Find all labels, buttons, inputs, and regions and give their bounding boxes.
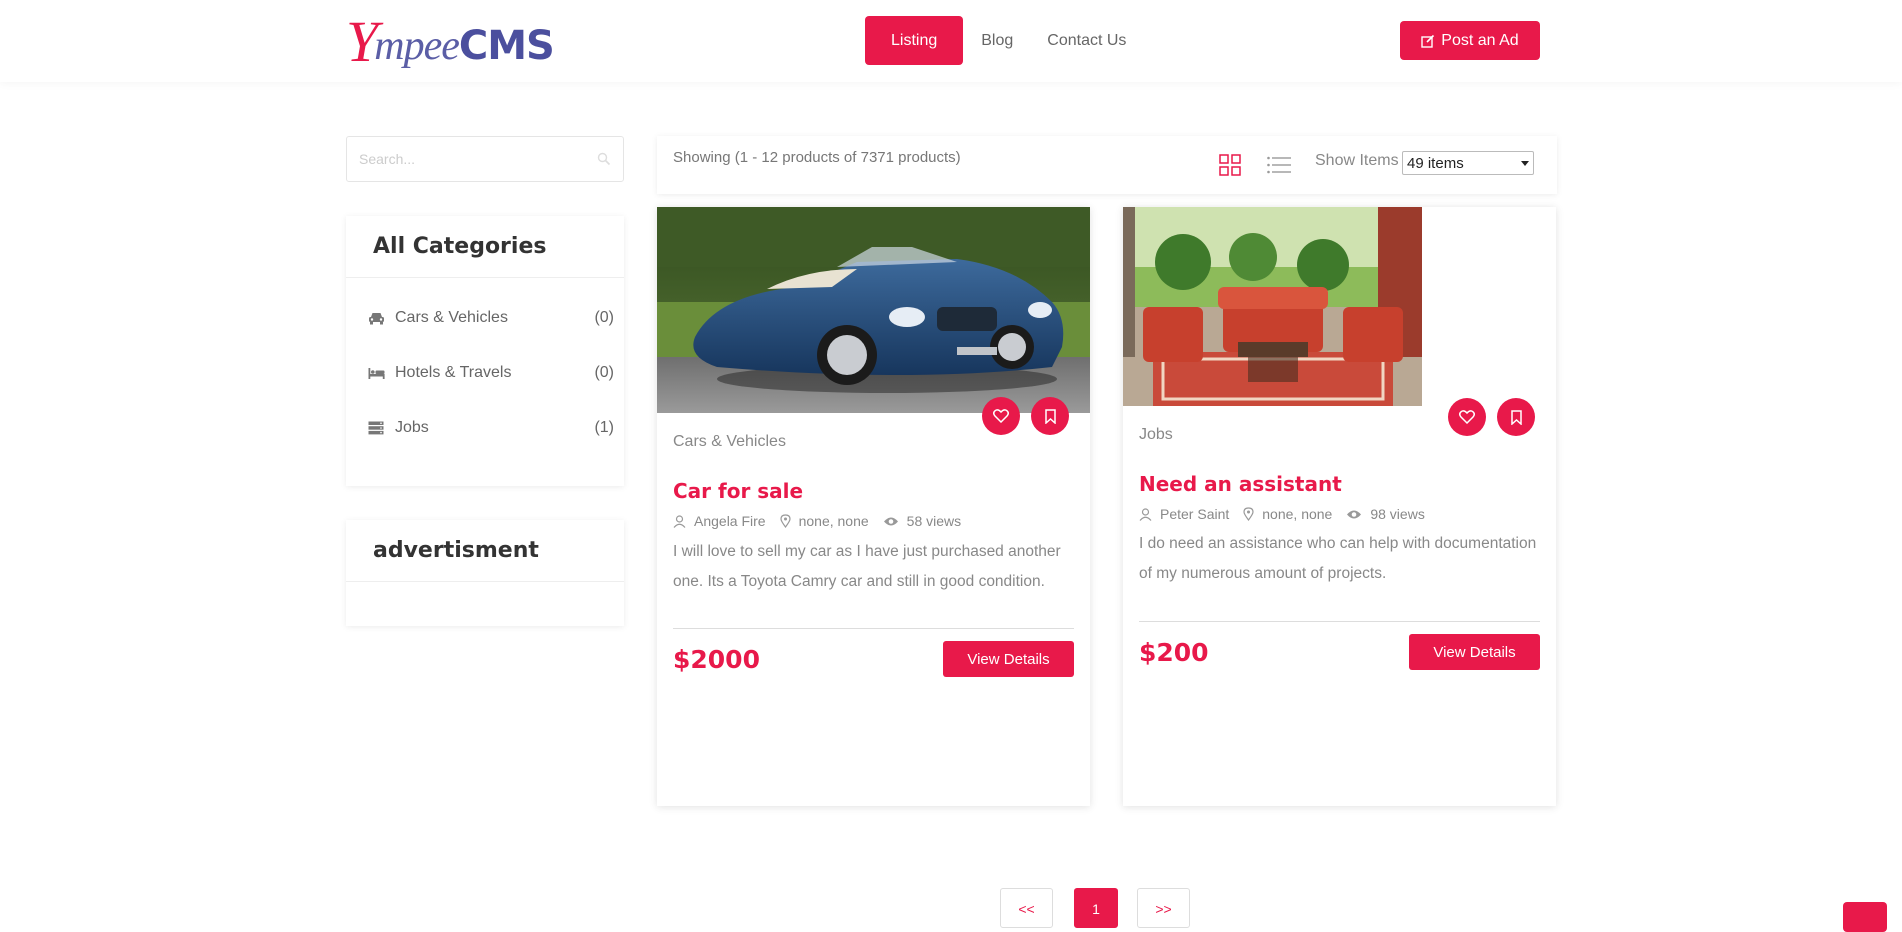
category-label: Hotels & Travels <box>395 363 512 381</box>
user-icon <box>1139 507 1152 521</box>
advertisment-panel: advertisment <box>346 520 624 626</box>
eye-icon <box>883 517 898 525</box>
eye-icon <box>1347 510 1362 518</box>
listing-category[interactable]: Jobs <box>1139 426 1173 444</box>
location: none, none <box>779 513 869 529</box>
location: none, none <box>1243 506 1332 522</box>
pagination-current[interactable]: 1 <box>1074 888 1118 928</box>
categories-list: Cars & Vehicles (0) Hotels & Travels (0)… <box>346 278 624 455</box>
pagination-prev[interactable]: << <box>1000 888 1053 928</box>
logo-cms: CMS <box>458 23 555 69</box>
listing-price: $2000 <box>673 645 760 674</box>
main-nav: Listing Blog Contact Us <box>865 16 1136 65</box>
views-count: 58 views <box>906 513 962 529</box>
heart-icon <box>993 409 1009 423</box>
listing-image-patio[interactable] <box>1123 207 1422 406</box>
logo-y: Y <box>346 9 378 74</box>
map-pin-icon <box>1243 507 1254 521</box>
grid-view-icon[interactable] <box>1219 154 1241 181</box>
category-count: (0) <box>594 363 614 381</box>
items-per-page-value: 49 items <box>1407 154 1464 172</box>
scroll-top-button[interactable] <box>1843 902 1887 932</box>
server-icon <box>368 421 386 435</box>
logo-mpee: mpee <box>374 23 460 69</box>
user-icon <box>673 514 686 528</box>
category-count: (0) <box>594 308 614 326</box>
views: 58 views <box>883 513 961 529</box>
category-item-cars[interactable]: Cars & Vehicles (0) <box>346 290 624 345</box>
author-name: Angela Fire <box>694 513 766 529</box>
nav-blog[interactable]: Blog <box>971 16 1023 65</box>
site-logo[interactable]: Ympee CMS <box>346 9 555 74</box>
listing-toolbar: Showing (1 - 12 products of 7371 product… <box>657 136 1557 194</box>
listing-title[interactable]: Car for sale <box>673 479 803 503</box>
showing-count: Showing (1 - 12 products of 7371 product… <box>673 149 961 166</box>
bookmark-icon <box>1044 408 1056 424</box>
bed-icon <box>368 367 386 379</box>
view-details-button[interactable]: View Details <box>943 641 1074 677</box>
search-box <box>346 136 624 182</box>
show-items-label: Show Items <box>1315 152 1399 169</box>
category-label: Cars & Vehicles <box>395 308 508 326</box>
post-ad-button[interactable]: Post an Ad <box>1400 21 1540 60</box>
nav-listing[interactable]: Listing <box>865 16 964 65</box>
favorite-button[interactable] <box>1448 398 1486 436</box>
advertisment-title: advertisment <box>346 520 624 582</box>
search-input[interactable] <box>359 151 597 167</box>
listing-title[interactable]: Need an assistant <box>1139 472 1342 496</box>
car-icon <box>368 311 386 325</box>
views: 98 views <box>1346 506 1425 522</box>
map-pin-icon <box>779 514 791 528</box>
listing-category[interactable]: Cars & Vehicles <box>673 433 786 451</box>
divider <box>673 628 1074 629</box>
edit-icon <box>1421 34 1435 48</box>
categories-title: All Categories <box>346 216 624 278</box>
category-label: Jobs <box>395 418 429 436</box>
bookmark-button[interactable] <box>1497 398 1535 436</box>
listing-price: $200 <box>1139 638 1209 667</box>
bookmark-button[interactable] <box>1031 397 1069 435</box>
author: Angela Fire <box>673 513 766 529</box>
bookmark-icon <box>1510 409 1522 425</box>
listing-image-car[interactable] <box>657 207 1090 413</box>
listing-meta: Peter Saint none, none 98 views <box>1139 506 1439 522</box>
site-header: Ympee CMS Listing Blog Contact Us Post an… <box>0 0 1902 82</box>
items-per-page-select[interactable]: 49 items <box>1402 151 1534 175</box>
post-ad-label: Post an Ad <box>1441 31 1519 49</box>
listing-meta: Angela Fire none, none 58 views <box>673 513 975 529</box>
location-text: none, none <box>798 513 869 529</box>
category-count: (1) <box>594 418 614 436</box>
author: Peter Saint <box>1139 506 1229 522</box>
pagination-next[interactable]: >> <box>1137 888 1190 928</box>
categories-panel: All Categories Cars & Vehicles (0) Hotel… <box>346 216 624 486</box>
listing-description: I do need an assistance who can help wit… <box>1139 535 1537 582</box>
listing-card: Cars & Vehicles Car for sale Angela Fire… <box>657 207 1090 806</box>
listing-description: I will love to sell my car as I have jus… <box>673 543 1061 590</box>
category-item-hotels[interactable]: Hotels & Travels (0) <box>346 345 624 400</box>
location-text: none, none <box>1262 506 1333 522</box>
heart-icon <box>1459 410 1475 424</box>
nav-contact-us[interactable]: Contact Us <box>1037 16 1136 65</box>
views-count: 98 views <box>1370 506 1425 522</box>
listing-card: Jobs Need an assistant Peter Saint none,… <box>1123 207 1556 806</box>
category-item-jobs[interactable]: Jobs (1) <box>346 400 624 455</box>
favorite-button[interactable] <box>982 397 1020 435</box>
divider <box>1139 621 1540 622</box>
view-details-button[interactable]: View Details <box>1409 634 1540 670</box>
author-name: Peter Saint <box>1160 506 1230 522</box>
chevron-down-icon <box>1521 160 1529 166</box>
list-view-icon[interactable] <box>1267 156 1291 179</box>
search-icon[interactable] <box>597 152 611 166</box>
